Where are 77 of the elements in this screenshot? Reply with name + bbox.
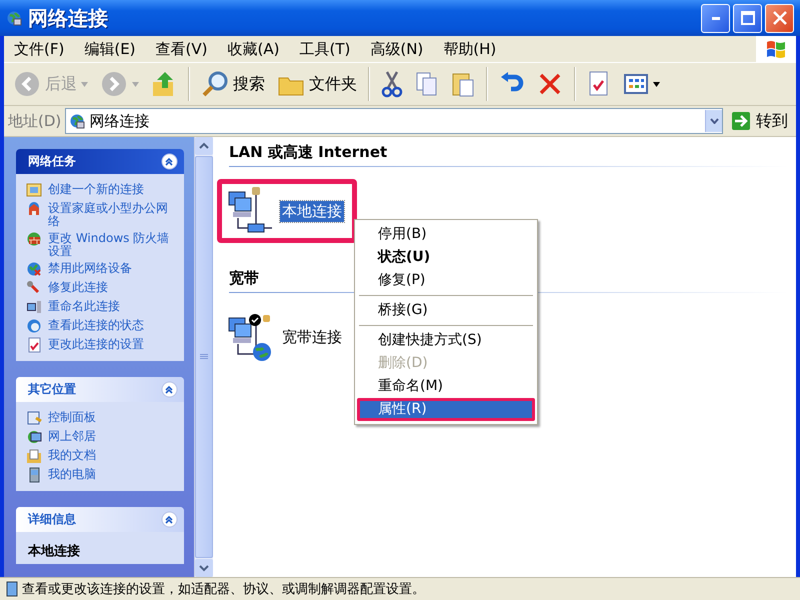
menu-item[interactable]: 帮助(H) (433, 40, 506, 58)
menu-item[interactable]: 编辑(E) (74, 40, 146, 58)
collapse-chevron-icon[interactable] (161, 511, 178, 528)
address-label: 地址(D) (8, 112, 62, 130)
search-button[interactable]: 搜索 (196, 68, 270, 100)
menu-item[interactable]: 重命名(M) (357, 375, 535, 398)
connection-name[interactable]: 本地连接 (280, 200, 344, 222)
dropdown-caret-icon (653, 82, 660, 86)
brick-wall-icon (26, 231, 42, 247)
control-panel-icon (26, 410, 42, 426)
scissors-icon (381, 70, 403, 98)
grid-view-icon (623, 72, 649, 96)
network-globe-icon (6, 10, 22, 26)
scroll-down-button[interactable] (195, 559, 213, 577)
network-globe-icon (69, 113, 86, 129)
task-link[interactable]: 查看此连接的状态 (48, 318, 144, 332)
search-icon (201, 70, 229, 98)
window-title: 网络连接 (28, 4, 109, 32)
go-button[interactable]: 转到 (727, 110, 792, 132)
task-link[interactable]: 设置家庭或小型办公网络 (48, 201, 176, 228)
task-link[interactable]: 网上邻居 (48, 429, 96, 443)
task-group-title: 网络任务 (28, 153, 77, 170)
windows-flag-icon (765, 39, 787, 59)
task-group-title: 其它位置 (28, 381, 77, 398)
computer-icon (6, 581, 18, 597)
task-group-title: 详细信息 (28, 511, 77, 528)
menu-item[interactable]: 收藏(A) (218, 40, 290, 58)
menu-item[interactable]: 状态(U) (357, 246, 535, 269)
task-link[interactable]: 重命名此连接 (48, 299, 120, 313)
close-icon (772, 11, 786, 25)
task-link[interactable]: 更改 Windows 防火墙设置 (48, 231, 176, 258)
menu-item[interactable]: 文件(F) (4, 40, 74, 58)
maximize-button[interactable] (733, 4, 762, 32)
wrench-icon (26, 280, 42, 296)
monitor-icon (26, 299, 42, 315)
dropdown-caret-icon (132, 82, 139, 86)
task-link[interactable]: 禁用此网络设备 (48, 261, 132, 275)
details-title: 本地连接 (26, 542, 81, 561)
group-header: LAN 或高速 Internet (229, 143, 789, 167)
task-link[interactable]: 创建一个新的连接 (48, 182, 144, 196)
folder-window-icon (26, 182, 42, 198)
menu-item[interactable]: 修复(P) (357, 269, 535, 292)
status-text: 查看或更改该连接的设置，如适配器、协议、或调制解调器配置设置。 (22, 581, 425, 598)
collapse-chevron-icon[interactable] (161, 153, 178, 170)
checked-document-icon (26, 337, 42, 353)
maximize-icon (740, 11, 754, 25)
task-link[interactable]: 我的电脑 (48, 467, 96, 481)
scrollbar-thumb[interactable] (195, 156, 213, 558)
copy-icon (415, 70, 439, 98)
network-computers-icon (26, 429, 42, 445)
task-link[interactable]: 修复此连接 (48, 280, 108, 294)
collapse-chevron-icon[interactable] (161, 381, 178, 398)
globe-icon (26, 318, 42, 334)
folders-button[interactable]: 文件夹 (272, 70, 362, 98)
delete-icon (537, 71, 563, 97)
house-globe-icon (26, 201, 42, 217)
menu-item[interactable]: 创建快捷方式(S) (357, 329, 535, 352)
minimize-icon (712, 16, 720, 20)
task-link[interactable]: 更改此连接的设置 (48, 337, 144, 351)
connection-name[interactable]: 宽带连接 (280, 326, 344, 348)
dropdown-caret-icon (81, 82, 88, 86)
address-field[interactable]: 网络连接 (65, 108, 723, 134)
menu-item[interactable]: 工具(T) (289, 40, 360, 58)
menu-item[interactable]: 属性(R) (357, 398, 535, 421)
menu-item[interactable]: 查看(V) (146, 40, 218, 58)
menu-item[interactable]: 停用(B) (357, 223, 535, 246)
documents-folder-icon (26, 448, 42, 464)
close-button[interactable] (765, 4, 794, 32)
grip-icon (200, 354, 208, 360)
menu-item[interactable]: 高级(N) (360, 40, 434, 58)
globe-cross-icon (26, 261, 42, 277)
scroll-up-button[interactable] (195, 137, 213, 155)
menu-item[interactable]: 桥接(G) (357, 299, 535, 322)
dropdown-caret-icon (710, 118, 718, 124)
task-link[interactable]: 控制面板 (48, 410, 96, 424)
minimize-button[interactable] (701, 4, 730, 32)
task-link[interactable]: 我的文档 (48, 448, 96, 462)
